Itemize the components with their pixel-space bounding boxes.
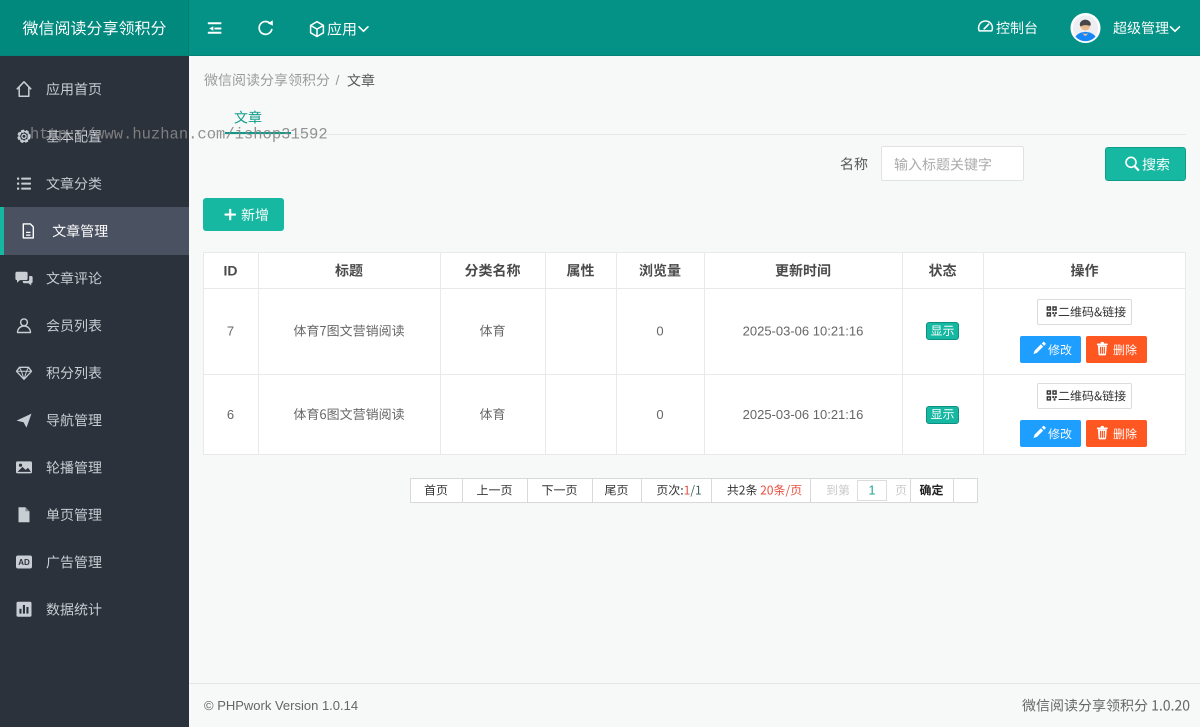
svg-text:AD: AD (18, 558, 30, 567)
svg-text:/: / (336, 72, 340, 88)
svg-text:0: 0 (656, 407, 663, 422)
svg-text:2025-03-06 10:21:16: 2025-03-06 10:21:16 (743, 407, 864, 422)
svg-text:http://www.huzhan.com/ishop315: http://www.huzhan.com/ishop31592 (30, 126, 328, 144)
svg-text:7: 7 (227, 324, 234, 339)
svg-text:© PHPwork Version 1.0.14: © PHPwork Version 1.0.14 (204, 698, 358, 713)
svg-text:0: 0 (656, 324, 663, 339)
svg-text:1: 1 (869, 484, 876, 498)
svg-text:6: 6 (227, 407, 234, 422)
svg-text:2025-03-06 10:21:16: 2025-03-06 10:21:16 (743, 324, 864, 339)
svg-text:ID: ID (224, 263, 238, 279)
